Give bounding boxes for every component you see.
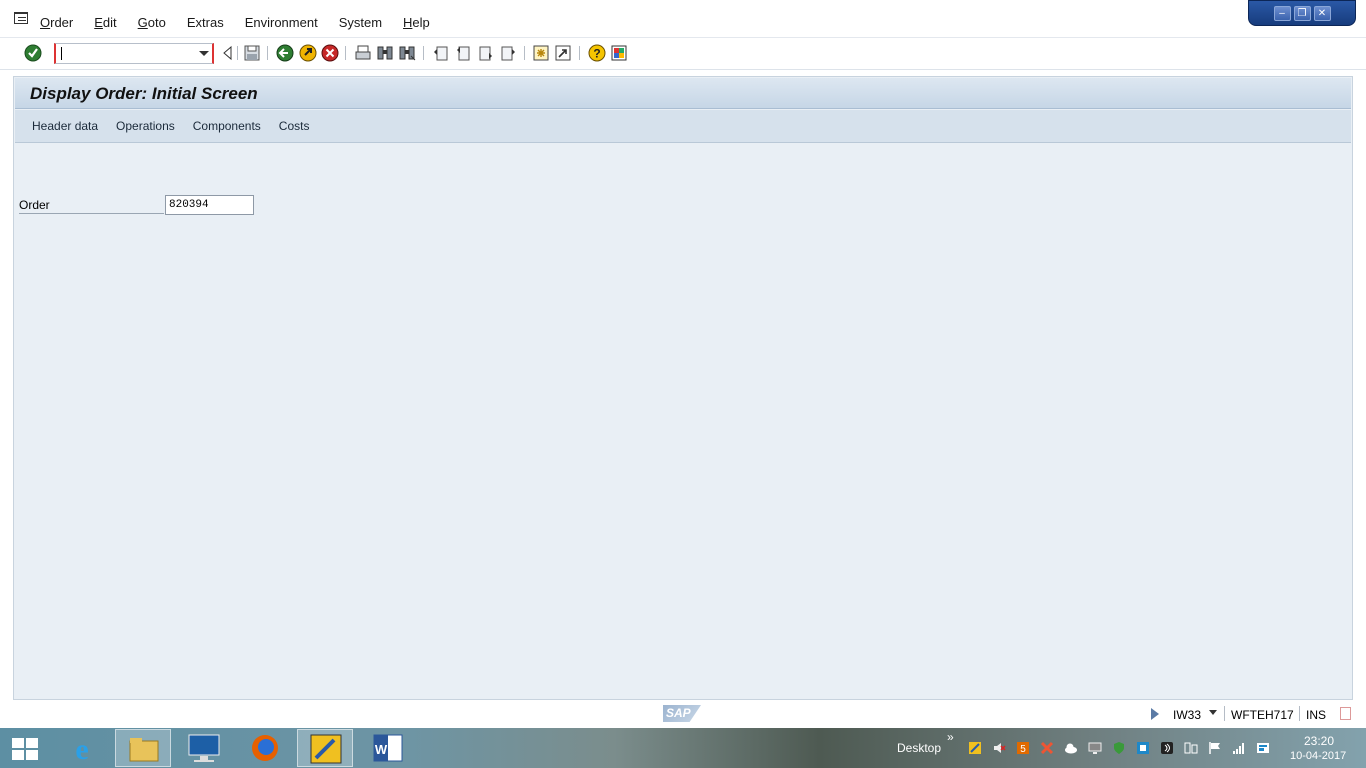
- text-cursor: [61, 47, 62, 60]
- operations-button[interactable]: Operations: [116, 119, 175, 133]
- svg-text:?: ?: [593, 47, 600, 61]
- command-field[interactable]: [54, 43, 214, 64]
- page-title: Display Order: Initial Screen: [30, 84, 258, 103]
- desktop-toolbar-label[interactable]: Desktop: [897, 741, 941, 755]
- shortcut-icon[interactable]: [554, 44, 572, 62]
- status-divider: [1224, 706, 1225, 721]
- network-adapter-icon[interactable]: [1136, 741, 1150, 755]
- internet-explorer-icon[interactable]: e: [54, 729, 110, 767]
- find-next-icon[interactable]: [398, 44, 416, 62]
- display-icon[interactable]: [1088, 741, 1102, 755]
- lenovo-icon[interactable]: [176, 729, 232, 767]
- clock-date[interactable]: 10-04-2017: [1290, 750, 1346, 762]
- enter-icon[interactable]: [24, 44, 42, 62]
- status-bar: SAP IW33 WFTEH717 INS: [0, 700, 1366, 728]
- wireless-icon[interactable]: [1160, 741, 1174, 755]
- clock-time[interactable]: 23:20: [1304, 734, 1334, 748]
- exit-icon[interactable]: [299, 44, 317, 62]
- toolbar-separator: [524, 46, 525, 60]
- firefox-icon[interactable]: [237, 729, 293, 767]
- chevron-down-icon[interactable]: [1209, 710, 1217, 715]
- menu-help[interactable]: Help: [403, 15, 430, 30]
- status-end-icon: [1340, 707, 1351, 720]
- devices-icon[interactable]: [1184, 741, 1198, 755]
- windows-taskbar: e W Desktop » 5 23:20 10-04-2017: [0, 728, 1366, 768]
- menu-system[interactable]: System: [339, 15, 382, 30]
- menu-goto[interactable]: Goto: [138, 15, 166, 30]
- screen-title-bar: Display Order: Initial Screen: [15, 78, 1351, 109]
- menu-edit[interactable]: Edit: [94, 15, 116, 30]
- insert-mode[interactable]: INS: [1306, 708, 1326, 722]
- order-label: Order: [19, 198, 164, 214]
- new-session-icon[interactable]: [532, 44, 550, 62]
- windows-start-icon[interactable]: [12, 738, 38, 760]
- components-button[interactable]: Components: [193, 119, 261, 133]
- application-buttons: Header data Operations Components Costs: [32, 119, 327, 133]
- onedrive-icon[interactable]: [1064, 741, 1078, 755]
- standard-toolbar: ?: [0, 38, 1366, 70]
- transaction-code: IW33: [1173, 708, 1202, 722]
- menu-bar: Order Edit Goto Extras Environment Syste…: [0, 0, 1366, 38]
- language-icon[interactable]: [1256, 741, 1270, 755]
- toolbar-separator: [237, 46, 238, 60]
- cancel-icon[interactable]: [321, 44, 339, 62]
- restore-button[interactable]: ❐: [1293, 5, 1311, 21]
- chevron-right-icon[interactable]: »: [947, 730, 954, 744]
- minimize-button[interactable]: –: [1273, 5, 1291, 21]
- status-expand-icon[interactable]: [1151, 708, 1159, 720]
- toolbar-separator: [579, 46, 580, 60]
- window-controls: – ❐ ✕: [1248, 0, 1356, 26]
- order-input[interactable]: 820394: [165, 195, 254, 215]
- print-icon[interactable]: [354, 44, 372, 62]
- save-icon[interactable]: [243, 44, 261, 62]
- svg-text:5: 5: [1020, 744, 1026, 755]
- alert-icon[interactable]: [1040, 741, 1054, 755]
- application-toolbar: Header data Operations Components Costs: [15, 110, 1351, 143]
- flag-icon[interactable]: [1208, 741, 1222, 755]
- menu-items: Order Edit Goto Extras Environment Syste…: [40, 15, 451, 30]
- layout-menu-icon[interactable]: [610, 44, 628, 62]
- status-divider: [1299, 706, 1300, 721]
- svg-text:W: W: [375, 742, 388, 757]
- next-page-icon[interactable]: [477, 44, 495, 62]
- menu-extras[interactable]: Extras: [187, 15, 224, 30]
- menu-environment[interactable]: Environment: [245, 15, 318, 30]
- update-icon[interactable]: 5: [1016, 741, 1030, 755]
- word-icon[interactable]: W: [360, 729, 416, 767]
- close-button[interactable]: ✕: [1313, 5, 1331, 21]
- toolbar-separator: [423, 46, 424, 60]
- collapse-arrow-icon[interactable]: [219, 44, 237, 62]
- sap-logon-icon[interactable]: [297, 729, 353, 767]
- file-explorer-icon[interactable]: [115, 729, 171, 767]
- sap-tray-icon[interactable]: [968, 741, 982, 755]
- first-page-icon[interactable]: [432, 44, 450, 62]
- last-page-icon[interactable]: [499, 44, 517, 62]
- find-icon[interactable]: [376, 44, 394, 62]
- toolbar-separator: [267, 46, 268, 60]
- main-workspace: Display Order: Initial Screen Header dat…: [13, 76, 1353, 700]
- help-icon[interactable]: ?: [588, 44, 606, 62]
- menu-icon[interactable]: [14, 12, 28, 24]
- menu-order[interactable]: Order: [40, 15, 73, 30]
- header-data-button[interactable]: Header data: [32, 119, 98, 133]
- toolbar-separator: [345, 46, 346, 60]
- svg-text:e: e: [75, 733, 88, 766]
- back-icon[interactable]: [276, 44, 294, 62]
- chevron-down-icon[interactable]: [199, 51, 209, 56]
- system-name: WFTEH717: [1231, 708, 1294, 722]
- signal-strength-icon[interactable]: [1232, 741, 1246, 755]
- security-icon[interactable]: [1112, 741, 1126, 755]
- speaker-muted-icon[interactable]: [992, 741, 1006, 755]
- costs-button[interactable]: Costs: [279, 119, 310, 133]
- sap-logo: SAP: [663, 705, 701, 722]
- previous-page-icon[interactable]: [454, 44, 472, 62]
